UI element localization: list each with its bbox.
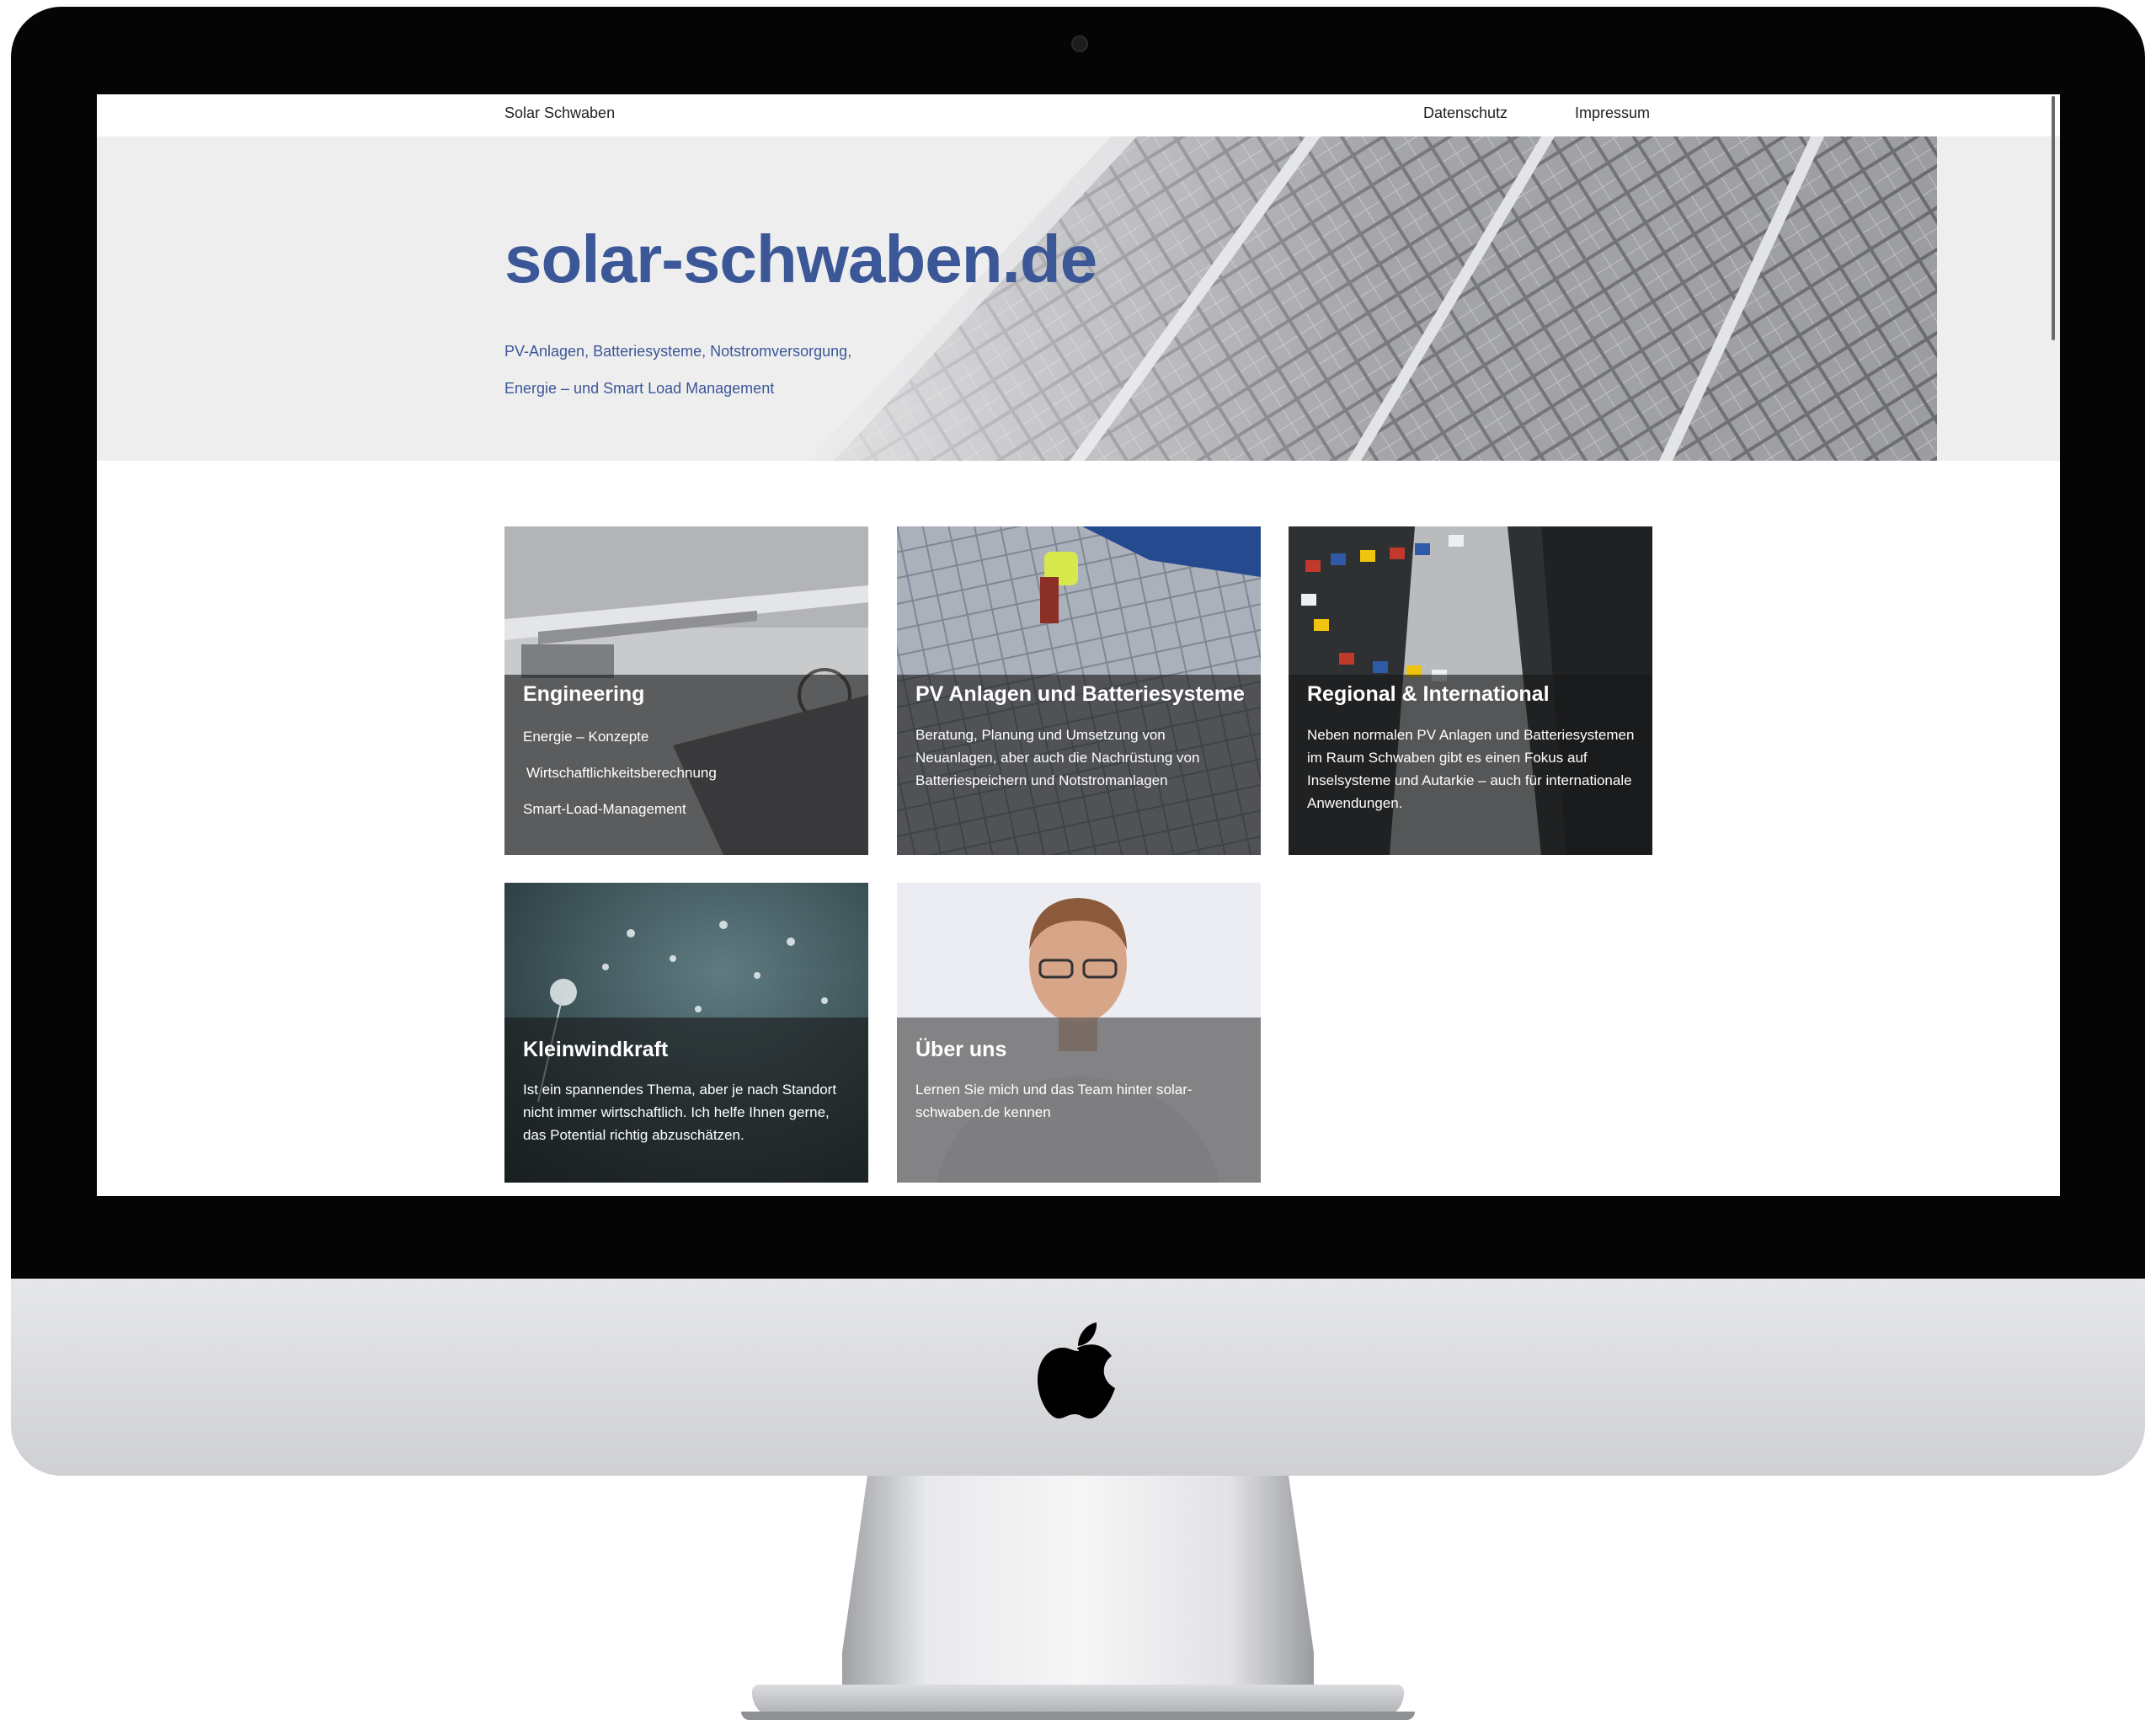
- card-line-2: Wirtschaftlichkeitsberechnung: [526, 765, 717, 781]
- card-line-3: Smart-Load-Management: [523, 801, 686, 817]
- hero-banner: solar-schwaben.de PV-Anlagen, Batteriesy…: [97, 136, 2060, 461]
- hero-subtitle-line-2: Energie – und Smart Load Management: [504, 380, 775, 397]
- card-title: PV Anlagen und Batteriesysteme: [915, 682, 1245, 706]
- hero-title: solar-schwaben.de: [504, 222, 1097, 296]
- card-ueber-uns[interactable]: Über uns Lernen Sie mich und das Team hi…: [897, 883, 1261, 1183]
- page-scrollbar[interactable]: [2052, 96, 2057, 1191]
- nav-impressum[interactable]: Impressum: [1575, 104, 1650, 122]
- monitor-stand: [842, 1476, 1314, 1699]
- apple-logo-icon: [1038, 1322, 1115, 1418]
- card-engineering[interactable]: Engineering Energie – Konzepte Wirtschaf…: [504, 526, 868, 855]
- site-brand-link[interactable]: Solar Schwaben: [504, 104, 615, 122]
- scrollbar-thumb[interactable]: [2052, 96, 2055, 340]
- card-title: Kleinwindkraft: [523, 1038, 669, 1061]
- camera-icon: [1071, 35, 1088, 52]
- nav-datenschutz[interactable]: Datenschutz: [1423, 104, 1508, 122]
- card-pv-anlagen[interactable]: PV Anlagen und Batteriesysteme Beratung,…: [897, 526, 1261, 855]
- solar-panel-hero-image: [716, 136, 1937, 461]
- card-title: Engineering: [523, 682, 645, 706]
- browser-viewport: Solar Schwaben Datenschutz Impressum sol…: [97, 94, 2060, 1196]
- monitor-stand-edge: [741, 1712, 1415, 1720]
- card-title: Über uns: [915, 1038, 1007, 1061]
- hero-subtitle-line-1: PV-Anlagen, Batteriesysteme, Notstromver…: [504, 343, 852, 360]
- card-description: Neben normalen PV Anlagen und Batteriesy…: [1307, 727, 1635, 811]
- card-title: Regional & International: [1307, 682, 1550, 706]
- card-description: Lernen Sie mich und das Team hinter sola…: [915, 1082, 1193, 1120]
- top-navigation: Solar Schwaben Datenschutz Impressum: [97, 94, 2060, 136]
- card-description: Ist ein spannendes Thema, aber je nach S…: [523, 1082, 837, 1143]
- card-description: Beratung, Planung und Umsetzung von Neua…: [915, 727, 1200, 788]
- card-regional-international[interactable]: Regional & International Neben normalen …: [1289, 526, 1652, 855]
- card-line-1: Energie – Konzepte: [523, 729, 649, 745]
- card-kleinwindkraft[interactable]: Kleinwindkraft Ist ein spannendes Thema,…: [504, 883, 868, 1183]
